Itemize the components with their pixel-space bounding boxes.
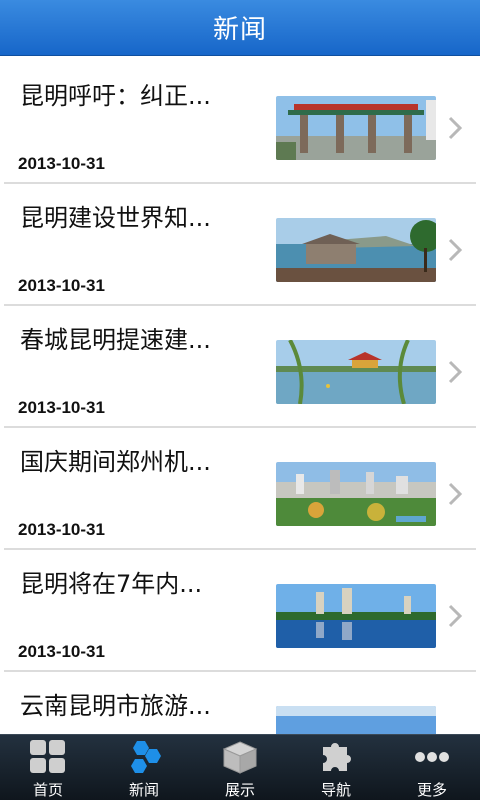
news-title: 国庆期间郑州机... xyxy=(20,448,211,476)
page-title: 新闻 xyxy=(212,15,267,45)
tab-label: 导航 xyxy=(320,781,351,799)
news-item[interactable]: 春城昆明提速建... 2013-10-31 xyxy=(4,306,476,428)
news-title: 昆明建设世界知... xyxy=(20,204,211,232)
news-title: 昆明呼吁：纠正... xyxy=(20,82,211,110)
news-item[interactable]: 昆明将在7年内... 2013-10-31 xyxy=(4,550,476,672)
home-grid-icon xyxy=(28,738,68,776)
box-icon xyxy=(220,738,260,776)
tab-label: 新闻 xyxy=(128,781,159,799)
news-hexagon-icon xyxy=(124,738,164,776)
news-list[interactable]: 昆明呼吁：纠正... 2013-10-31 昆明建设世界知... 2013-10… xyxy=(0,62,480,734)
news-item[interactable]: 国庆期间郑州机... 2013-10-31 xyxy=(4,428,476,550)
chevron-right-icon xyxy=(448,360,463,384)
tab-more[interactable]: 更多 xyxy=(384,735,480,800)
news-thumbnail xyxy=(276,584,436,648)
app-header: 新闻 xyxy=(0,0,480,56)
news-item[interactable]: 云南昆明市旅游... xyxy=(4,672,476,734)
chevron-right-icon xyxy=(448,238,463,262)
tab-label: 首页 xyxy=(32,781,63,799)
news-date: 2013-10-31 xyxy=(18,398,105,417)
news-date: 2013-10-31 xyxy=(18,642,105,661)
chevron-right-icon xyxy=(448,482,463,506)
news-title: 昆明将在7年内... xyxy=(20,570,203,598)
news-thumbnail xyxy=(276,706,436,734)
news-thumbnail xyxy=(276,218,436,282)
tab-navigation[interactable]: 导航 xyxy=(288,735,384,800)
tab-news[interactable]: 新闻 xyxy=(96,735,192,800)
tab-label: 更多 xyxy=(416,781,447,799)
news-title: 春城昆明提速建... xyxy=(20,326,211,354)
chevron-right-icon xyxy=(448,604,463,628)
tab-label: 展示 xyxy=(224,781,255,799)
news-item[interactable]: 昆明呼吁：纠正... 2013-10-31 xyxy=(4,62,476,184)
news-date: 2013-10-31 xyxy=(18,520,105,539)
tab-home[interactable]: 首页 xyxy=(0,735,96,800)
tab-showcase[interactable]: 展示 xyxy=(192,735,288,800)
news-date: 2013-10-31 xyxy=(18,154,105,173)
chevron-right-icon xyxy=(448,116,463,140)
news-thumbnail xyxy=(276,340,436,404)
news-date: 2013-10-31 xyxy=(18,276,105,295)
news-item[interactable]: 昆明建设世界知... 2013-10-31 xyxy=(4,184,476,306)
news-thumbnail xyxy=(276,462,436,526)
news-thumbnail xyxy=(276,96,436,160)
puzzle-icon xyxy=(316,738,356,776)
more-dots-icon xyxy=(412,738,452,776)
bottom-tab-bar: 首页 新闻 展示 导航 更多 xyxy=(0,734,480,800)
news-title: 云南昆明市旅游... xyxy=(20,692,211,720)
